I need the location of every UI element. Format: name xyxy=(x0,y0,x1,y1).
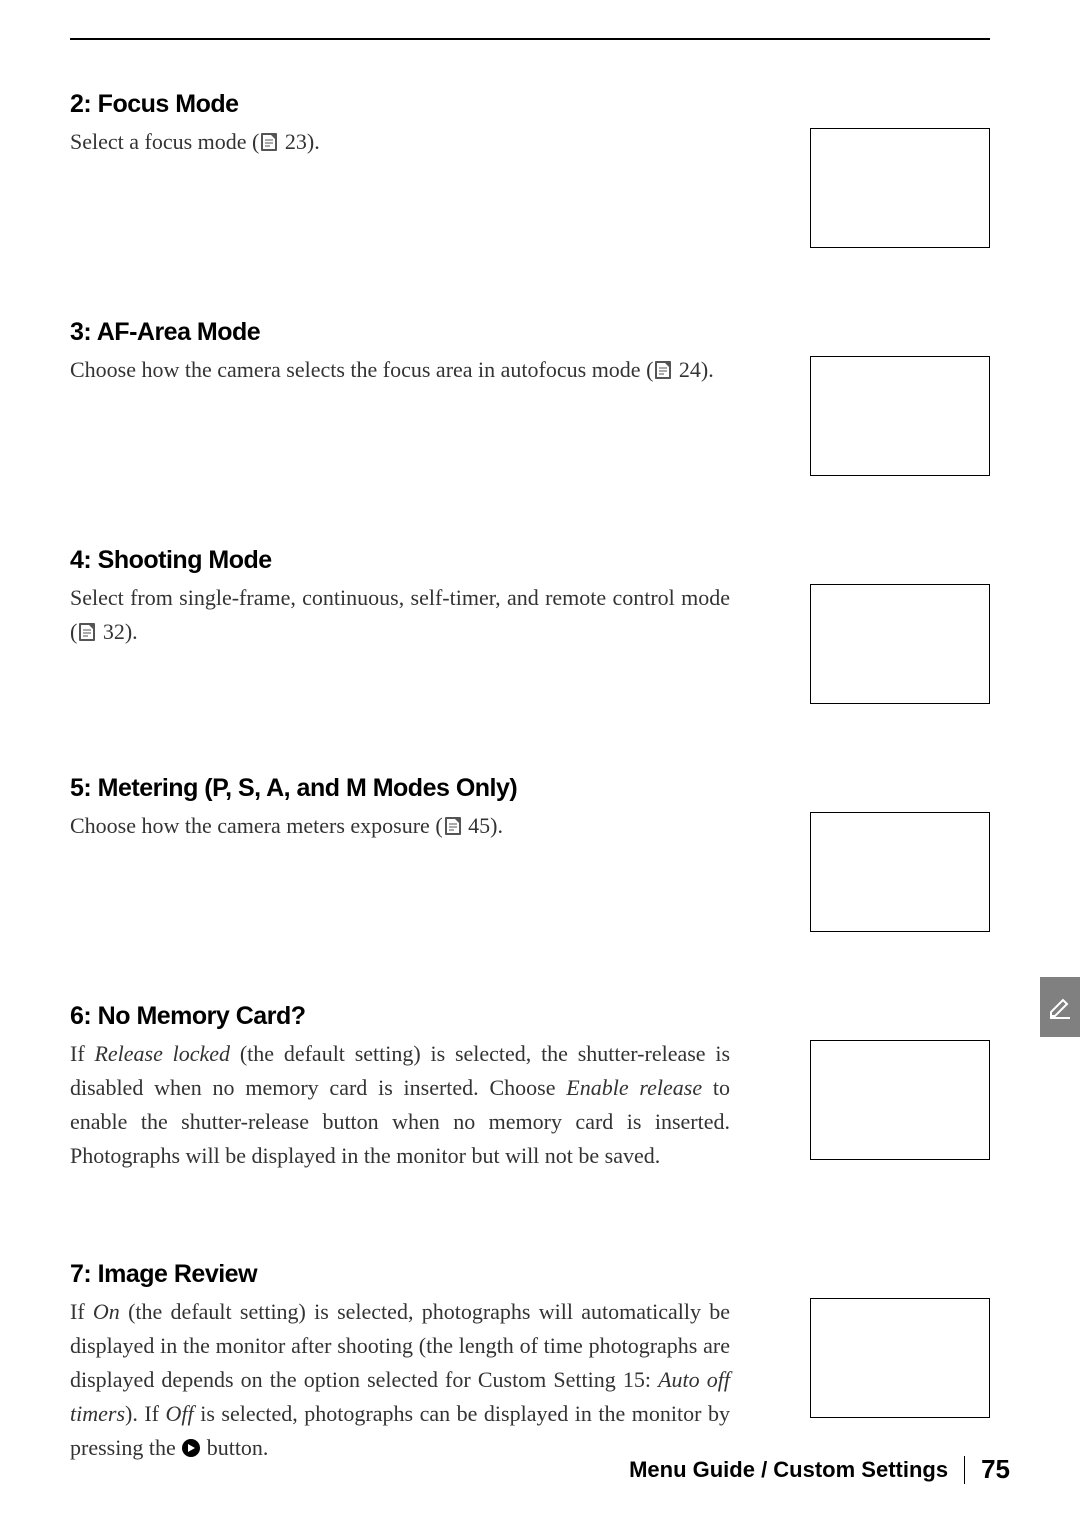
section-metering: 5: Metering (P, S, A, and M Modes Only) … xyxy=(70,774,990,954)
page-ref-icon xyxy=(78,622,96,642)
body-text: 45). xyxy=(463,813,503,838)
body-italic: On xyxy=(93,1299,120,1324)
section-title: 2: Focus Mode xyxy=(70,90,730,119)
section-focus-mode: 2: Focus Mode Select a focus mode ( 23). xyxy=(70,90,990,270)
body-text: 32). xyxy=(97,619,137,644)
body-text: (the default setting) is selected, photo… xyxy=(70,1299,730,1392)
section-body: Select from single-frame, continuous, se… xyxy=(70,581,730,649)
body-text: 23). xyxy=(279,129,319,154)
section-body: If On (the default setting) is selected,… xyxy=(70,1295,730,1468)
top-rule xyxy=(70,38,990,40)
body-text: Choose how the camera meters exposure ( xyxy=(70,813,443,838)
section-title: 5: Metering (P, S, A, and M Modes Only) xyxy=(70,774,730,803)
body-italic: Release locked xyxy=(94,1041,230,1066)
body-text: If xyxy=(70,1299,93,1324)
breadcrumb: Menu Guide / Custom Settings xyxy=(629,1457,948,1483)
side-tab xyxy=(1040,977,1080,1037)
body-italic: Off xyxy=(166,1401,194,1426)
section-title: 7: Image Review xyxy=(70,1260,730,1289)
screenshot-placeholder xyxy=(810,1298,990,1418)
page-ref-icon xyxy=(654,360,672,380)
screenshot-placeholder xyxy=(810,128,990,248)
section-body: Choose how the camera meters exposure ( … xyxy=(70,809,730,843)
page-ref-icon xyxy=(444,816,462,836)
body-text: 24). xyxy=(673,357,713,382)
section-af-area-mode: 3: AF-Area Mode Choose how the camera se… xyxy=(70,318,990,498)
section-title: 4: Shooting Mode xyxy=(70,546,730,575)
body-text: button. xyxy=(201,1435,268,1460)
footer-separator xyxy=(964,1456,965,1484)
page-footer: Menu Guide / Custom Settings 75 xyxy=(629,1454,1010,1485)
section-no-memory-card: 6: No Memory Card? If Release locked (th… xyxy=(70,1002,990,1212)
screenshot-placeholder xyxy=(810,1040,990,1160)
section-body: Choose how the camera selects the focus … xyxy=(70,353,730,387)
section-title: 3: AF-Area Mode xyxy=(70,318,730,347)
playback-button-icon xyxy=(181,1434,201,1468)
body-text: ). If xyxy=(125,1401,166,1426)
screenshot-placeholder xyxy=(810,812,990,932)
page-ref-icon xyxy=(260,132,278,152)
section-body: Select a focus mode ( 23). xyxy=(70,125,730,159)
page-number: 75 xyxy=(981,1454,1010,1485)
screenshot-placeholder xyxy=(810,584,990,704)
body-text: Select from single-frame, continuous, se… xyxy=(70,585,730,644)
pencil-icon xyxy=(1048,995,1072,1019)
body-italic: Enable release xyxy=(566,1075,702,1100)
body-text: Select a focus mode ( xyxy=(70,129,259,154)
body-text: If xyxy=(70,1041,94,1066)
section-image-review: 7: Image Review If On (the default setti… xyxy=(70,1260,990,1468)
screenshot-placeholder xyxy=(810,356,990,476)
section-shooting-mode: 4: Shooting Mode Select from single-fram… xyxy=(70,546,990,726)
body-text: Choose how the camera selects the focus … xyxy=(70,357,653,382)
section-title: 6: No Memory Card? xyxy=(70,1002,730,1031)
page-content: 2: Focus Mode Select a focus mode ( 23).… xyxy=(70,90,990,1468)
section-body: If Release locked (the default setting) … xyxy=(70,1037,730,1173)
